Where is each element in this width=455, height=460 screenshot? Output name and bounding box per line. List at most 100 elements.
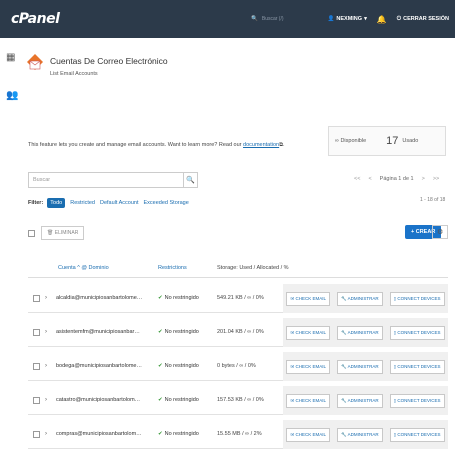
connect-devices-label: CONNECT DEVICES [397,295,441,301]
check-email-button[interactable]: ✉ CHECK EMAIL [286,291,331,306]
page-header: Cuentas De Correo Electrónico List Email… [26,53,168,77]
search-icon: 🔍 [186,177,195,184]
connect-devices-button[interactable]: ▯ CONNECT DEVICES [389,325,445,340]
connect-devices-button[interactable]: ▯ CONNECT DEVICES [389,427,445,442]
connect-devices-label: CONNECT DEVICES [397,397,441,403]
manage-button[interactable]: 🔧 ADMINISTRAR [337,291,383,306]
settings-button[interactable]: ⚙ [432,225,449,239]
expand-row-icon[interactable]: › [45,431,47,437]
sort-restrictions-header[interactable]: Restrictions [158,265,187,271]
storage-header: Storage: Used / Allocated / % [217,264,289,271]
restriction-status: ✔ No restringido [158,397,199,403]
feature-description: This feature lets you create and manage … [28,142,285,149]
delete-button[interactable]: 🗑 ELIMINAR [41,226,85,240]
storage-usage: 549.21 KB / ∞ / 0% [217,295,264,301]
users-icon[interactable]: 👥 [6,90,18,101]
connect-devices-label: CONNECT DEVICES [397,431,441,437]
filter-restricted[interactable]: Restricted [70,200,95,206]
check-email-label: CHECK EMAIL [295,363,327,369]
cpanel-logo[interactable]: cPanel [11,11,60,27]
table-row: › bodega@municipiosanbartolome… ✔ No restri… [28,352,448,381]
check-email-label: CHECK EMAIL [295,397,327,403]
page-select[interactable]: Página 1 de 1 [380,176,414,182]
search-icon: 🔍 [251,16,258,22]
filter-exceeded-storage[interactable]: Exceeded Storage [144,200,189,206]
check-email-button[interactable]: ✉ CHECK EMAIL [286,393,331,408]
used-label: Usado [402,138,419,144]
documentation-link[interactable]: documentation [243,142,279,148]
expand-row-icon[interactable]: › [45,295,47,301]
restriction-status: ✔ No restringido [158,363,199,369]
manage-button[interactable]: 🔧 ADMINISTRAR [337,393,383,408]
top-navbar: cPanel 🔍 Buscar (/) 👤 NEXMING ▾ 🔔 ⏻ CERR… [0,0,455,38]
row-checkbox[interactable] [33,328,40,336]
connect-devices-button[interactable]: ▯ CONNECT DEVICES [389,393,445,408]
search-input[interactable]: Buscar [33,177,183,183]
external-link-icon: ⧉. [279,142,285,148]
prev-page-button[interactable]: < [368,176,371,182]
manage-button[interactable]: 🔧 ADMINISTRAR [337,325,383,340]
wrench-icon: 🔧 [341,397,348,403]
table-row: › asistentemfm@municipiosanbar… ✔ No restri… [28,318,448,347]
first-page-button[interactable]: << [354,176,360,182]
storage-usage: 0 bytes / ∞ / 0% [217,363,256,369]
manage-button[interactable]: 🔧 ADMINISTRAR [337,359,383,374]
search-button[interactable]: 🔍 [183,173,197,187]
last-page-button[interactable]: >> [433,176,439,182]
user-icon: 👤 [327,16,335,22]
row-checkbox[interactable] [33,294,40,302]
storage-usage: 201.04 KB / ∞ / 0% [217,329,264,335]
expand-row-icon[interactable]: › [45,397,47,403]
connect-devices-button[interactable]: ▯ CONNECT DEVICES [389,291,445,306]
bell-icon[interactable]: 🔔 [377,15,387,24]
expand-row-icon[interactable]: › [45,363,47,369]
manage-button[interactable]: 🔧 ADMINISTRAR [337,427,383,442]
connect-devices-button[interactable]: ▯ CONNECT DEVICES [389,359,445,374]
check-email-label: CHECK EMAIL [295,329,327,335]
check-email-label: CHECK EMAIL [295,295,327,301]
table-row: › catastro@municipiosanbartolom… ✔ No restr… [28,386,448,415]
account-search[interactable]: Buscar 🔍 [28,172,198,188]
check-email-button[interactable]: ✉ CHECK EMAIL [286,325,331,340]
expand-row-icon[interactable]: › [45,329,47,335]
available-label: ∞ Disponible [335,138,367,144]
trash-icon: 🗑 [47,230,54,236]
logout-button[interactable]: ⏻ CERRAR SESIÓN [397,16,449,23]
next-page-button[interactable]: > [422,176,425,182]
sort-account-header[interactable]: Cuenta ^ @ Dominio [58,265,109,271]
check-email-button[interactable]: ✉ CHECK EMAIL [286,427,331,442]
page-subtitle: List Email Accounts [50,71,98,77]
main-content: Cuentas De Correo Electrónico List Email… [22,38,455,460]
wrench-icon: 🔧 [341,295,348,301]
account-email: alcaldia@municipiosanbartolome… [56,295,143,301]
manage-label: ADMINISTRAR [347,431,379,437]
grid-icon[interactable]: ▦ [6,52,15,63]
row-checkbox[interactable] [33,430,40,438]
manage-label: ADMINISTRAR [347,363,379,369]
filter-default-account[interactable]: Default Account [100,200,139,206]
row-checkbox[interactable] [33,396,40,404]
sidebar: ▦ 👥 [0,38,22,460]
user-name: NEXMING [336,16,363,22]
page-title: Cuentas De Correo Electrónico [50,56,168,66]
bulk-actions: 🗑 ELIMINAR [28,226,85,240]
check-email-label: CHECK EMAIL [295,431,327,437]
check-icon: ✔ [158,431,163,437]
restriction-status: ✔ No restringido [158,431,199,437]
restriction-label: No restringido [164,329,199,335]
filter-all[interactable]: Todo [47,198,66,208]
delete-label: ELIMINAR [54,230,79,236]
chevron-down-icon: ▾ [364,16,367,22]
user-menu[interactable]: 👤 NEXMING ▾ [328,16,367,22]
restriction-status: ✔ No restringido [158,329,199,335]
row-checkbox[interactable] [33,362,40,370]
row-actions: ✉ CHECK EMAIL 🔧 ADMINISTRAR ▯ CONNECT DEVI… [283,352,448,381]
select-all-checkbox[interactable] [28,229,35,237]
global-search[interactable]: 🔍 Buscar (/) [251,16,284,22]
storage-usage: 15.55 MB / ∞ / 2% [217,431,262,437]
logout-label: CERRAR SESIÓN [403,16,449,22]
topbar-right: 🔍 Buscar (/) 👤 NEXMING ▾ 🔔 ⏻ CERRAR SESI… [251,0,449,38]
account-email: asistentemfm@municipiosanbar… [56,329,140,335]
check-email-button[interactable]: ✉ CHECK EMAIL [286,359,331,374]
restriction-label: No restringido [164,295,199,301]
